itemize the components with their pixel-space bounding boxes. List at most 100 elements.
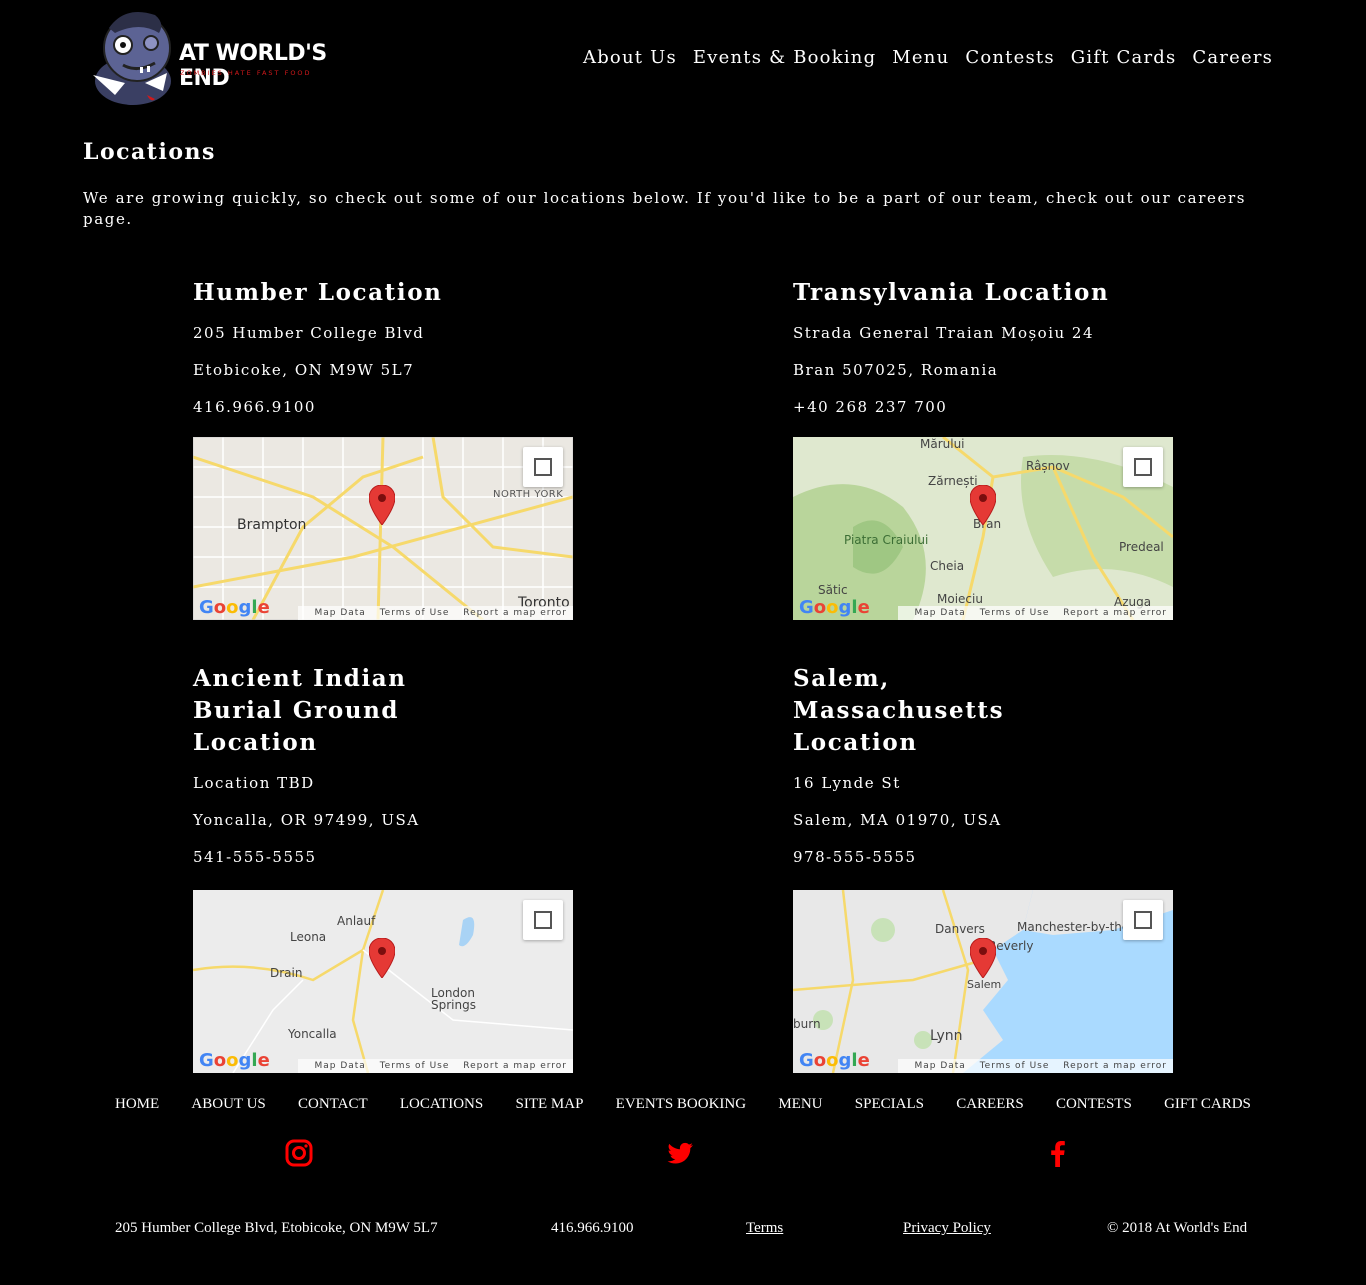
nav-menu[interactable]: Menu	[884, 47, 957, 68]
page-title: Locations	[83, 139, 216, 165]
location-card-humber: Humber Location 205 Humber College Blvd …	[193, 277, 583, 620]
brand-name: AT WORLD'S END	[179, 41, 327, 91]
map-label: Leona	[290, 930, 327, 944]
map-tiles	[193, 890, 573, 1073]
report-map-error-link[interactable]: Report a map error	[463, 608, 567, 618]
map-label: Danvers	[935, 922, 985, 936]
map-attribution: Map Data Terms of Use Report a map error	[298, 606, 573, 620]
map-label: Brampton	[237, 517, 307, 533]
google-logo: Google	[199, 1050, 270, 1071]
location-map[interactable]: Danvers Manchester-by-the-Sea Beverly Sa…	[793, 890, 1173, 1073]
nav-contests[interactable]: Contests	[957, 47, 1062, 68]
map-label: Râșnov	[1026, 459, 1070, 473]
twitter-icon[interactable]	[666, 1139, 694, 1167]
map-label: Anlauf	[337, 914, 376, 928]
brand-tagline: ZOMBIES HATE FAST FOOD	[180, 69, 312, 77]
map-pin-icon[interactable]	[369, 485, 395, 525]
map-label: Lynn	[930, 1028, 963, 1044]
location-address-line1: Location TBD	[193, 774, 315, 792]
location-phone[interactable]: +40 268 237 700	[793, 396, 1183, 433]
location-map[interactable]: Mărului Râșnov Zărnești Bran Piatra Crai…	[793, 437, 1173, 620]
map-label: Cheia	[930, 559, 965, 573]
map-label: Yoncalla	[288, 1027, 337, 1041]
map-label: Sătic	[818, 583, 848, 597]
location-phone[interactable]: 978-555-5555	[793, 846, 1183, 883]
map-label: NORTH YORK	[493, 489, 564, 500]
fullscreen-button[interactable]	[1123, 900, 1163, 940]
map-attribution: Map Data Terms of Use Report a map error	[898, 606, 1173, 620]
location-phone[interactable]: 416.966.9100	[193, 396, 583, 433]
site-logo[interactable]: AT WORLD'S END ZOMBIES HATE FAST FOOD	[85, 3, 335, 108]
footer-privacy-link[interactable]: Privacy Policy	[903, 1220, 991, 1237]
terms-of-use-link[interactable]: Terms of Use	[980, 608, 1050, 618]
footer-link-contests[interactable]: CONTESTS	[1056, 1096, 1132, 1113]
terms-of-use-link[interactable]: Terms of Use	[980, 1061, 1050, 1071]
location-title: Ancient Indian Burial Ground Location	[193, 665, 407, 756]
footer-link-site-map[interactable]: SITE MAP	[515, 1096, 583, 1113]
nav-about-us[interactable]: About Us	[575, 47, 685, 68]
location-map[interactable]: Brampton NORTH YORK Toronto Google Map D…	[193, 437, 573, 620]
map-pin-icon[interactable]	[970, 938, 996, 978]
location-card-transylvania: Transylvania Location Strada General Tra…	[793, 277, 1183, 620]
location-address-line2: Yoncalla, OR 97499, USA	[193, 811, 420, 829]
location-map[interactable]: Anlauf Leona Drain London Springs Yoncal…	[193, 890, 573, 1073]
zombie-mascot-icon	[93, 11, 171, 105]
location-card-salem: Salem, Massachusetts Location 16 Lynde S…	[793, 663, 1183, 1073]
footer-phone[interactable]: 416.966.9100	[551, 1220, 634, 1237]
map-data-link[interactable]: Map Data	[314, 608, 365, 618]
footer-link-specials[interactable]: SPECIALS	[855, 1096, 924, 1113]
nav-events-booking[interactable]: Events & Booking	[685, 47, 884, 68]
footer-link-home[interactable]: HOME	[115, 1096, 159, 1113]
map-pin-icon[interactable]	[369, 938, 395, 978]
footer-copyright: © 2018 At World's End	[1107, 1220, 1248, 1236]
map-pin-icon[interactable]	[970, 485, 996, 525]
main-nav: About Us Events & Booking Menu Contests …	[575, 47, 1281, 68]
map-label: Piatra Craiului	[844, 533, 929, 547]
location-address-line1: Strada General Traian Moșoiu 24	[793, 324, 1095, 342]
map-label: Moieciu	[937, 592, 983, 606]
footer-link-contact[interactable]: CONTACT	[298, 1096, 368, 1113]
fullscreen-button[interactable]	[523, 447, 563, 487]
footer-link-about-us[interactable]: ABOUT US	[191, 1096, 265, 1113]
terms-of-use-link[interactable]: Terms of Use	[380, 608, 450, 618]
map-label: Predeal	[1119, 540, 1164, 554]
location-address-line2: Salem, MA 01970, USA	[793, 811, 1002, 829]
google-logo: Google	[799, 1050, 870, 1071]
location-address-line1: 16 Lynde St	[793, 774, 901, 792]
footer-terms-link[interactable]: Terms	[746, 1220, 783, 1237]
map-label: Drain	[270, 966, 303, 980]
map-label: Salem	[967, 978, 1002, 991]
map-data-link[interactable]: Map Data	[914, 608, 965, 618]
google-logo: Google	[199, 597, 270, 618]
location-address-line2: Bran 507025, Romania	[793, 361, 999, 379]
location-card-burial-ground: Ancient Indian Burial Ground Location Lo…	[193, 663, 583, 1073]
location-title: Transylvania Location	[793, 279, 1110, 306]
footer-link-locations[interactable]: LOCATIONS	[400, 1096, 483, 1113]
footer-link-gift-cards[interactable]: GIFT CARDS	[1164, 1096, 1251, 1113]
report-map-error-link[interactable]: Report a map error	[463, 1061, 567, 1071]
location-title: Humber Location	[193, 279, 443, 306]
instagram-icon[interactable]	[285, 1139, 313, 1167]
google-logo: Google	[799, 597, 870, 618]
report-map-error-link[interactable]: Report a map error	[1063, 608, 1167, 618]
footer-link-careers[interactable]: CAREERS	[956, 1096, 1024, 1113]
map-attribution: Map Data Terms of Use Report a map error	[298, 1059, 573, 1073]
report-map-error-link[interactable]: Report a map error	[1063, 1061, 1167, 1071]
map-data-link[interactable]: Map Data	[914, 1061, 965, 1071]
location-address-line2: Etobicoke, ON M9W 5L7	[193, 361, 415, 379]
location-address-line1: 205 Humber College Blvd	[193, 324, 425, 342]
fullscreen-button[interactable]	[523, 900, 563, 940]
map-label: burn	[793, 1017, 821, 1031]
nav-careers[interactable]: Careers	[1184, 47, 1281, 68]
footer-link-menu[interactable]: MENU	[778, 1096, 822, 1113]
fullscreen-button[interactable]	[1123, 447, 1163, 487]
footer-link-events-booking[interactable]: EVENTS BOOKING	[616, 1096, 746, 1113]
footer-nav: HOME ABOUT US CONTACT LOCATIONS SITE MAP…	[115, 1096, 1251, 1113]
location-title: Salem, Massachusetts Location	[793, 665, 1005, 756]
location-phone[interactable]: 541-555-5555	[193, 846, 583, 883]
map-data-link[interactable]: Map Data	[314, 1061, 365, 1071]
facebook-icon[interactable]	[1044, 1139, 1072, 1167]
terms-of-use-link[interactable]: Terms of Use	[380, 1061, 450, 1071]
nav-gift-cards[interactable]: Gift Cards	[1063, 47, 1185, 68]
map-attribution: Map Data Terms of Use Report a map error	[898, 1059, 1173, 1073]
